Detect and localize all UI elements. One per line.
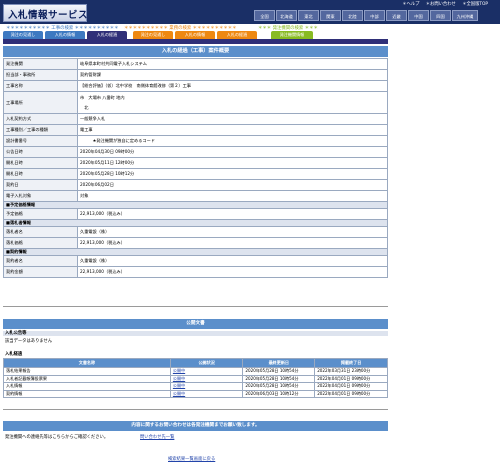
region-chugoku[interactable]: 中国: [408, 10, 429, 21]
status-link[interactable]: 公開中: [169, 382, 244, 391]
table-row: 契約情報 公開中 2020年06月03日 10時12分 2022年04月01日 …: [3, 389, 388, 398]
contact-link[interactable]: ＊お問い合わせ: [426, 2, 456, 7]
region-hokkaido[interactable]: 北海道: [276, 10, 297, 21]
region-shikoku[interactable]: 四国: [430, 10, 451, 21]
contact-header: 内容に関するお問い合わせは各発注機関までお願い致します。: [3, 421, 388, 431]
table-row: 落札価格 22,913,000（税込み）: [3, 237, 388, 249]
region-kinki[interactable]: 近畿: [386, 10, 407, 21]
table-row: 契約日 2020年06月02日: [3, 179, 388, 191]
bid-progress-subheader: 入札経過: [5, 352, 23, 357]
table-row: 予定価格 22,913,000（税込み）: [3, 208, 388, 220]
tab-construction-bid-info[interactable]: 入札の情報: [45, 31, 85, 39]
divider: [3, 306, 388, 307]
table-row: 落札結果報告 公開中 2020年05月28日 10時54分 2022年03月31…: [3, 367, 388, 376]
table-row: 入札情報 公開中 2020年05月28日 10時54分 2022年04月01日 …: [3, 382, 388, 391]
table-row: 公告日時 2020年04月30日 09時00分: [3, 146, 388, 158]
back-to-results-link[interactable]: 検索結果一覧画面に戻る: [168, 456, 215, 462]
region-kanto[interactable]: 関東: [320, 10, 341, 21]
table-row: 開札日時 2020年05月11日 12時00分: [3, 157, 388, 169]
tab-agency-info[interactable]: 発注機関情報: [271, 31, 313, 39]
table-row: 設計書番号 ★発注機関が独自に定めるコード: [3, 135, 388, 147]
top-links: ＊ヘルプ ＊お問い合わせ ＊全国版TOP: [397, 1, 488, 7]
region-kyushu[interactable]: 九州沖縄: [452, 10, 478, 21]
table-row: 工事種別／工事の種類 電工事: [3, 124, 388, 136]
table-row: 開札日時 2020年05月28日 10時12分: [3, 168, 388, 180]
table-row: 契約金額 22,913,000（税込み）: [3, 266, 388, 278]
table-row: 入札契約方式 一般競争入札: [3, 113, 388, 125]
section-header-winner: ■落札者情報: [3, 219, 388, 227]
table-row: 落札者名 久重電設（株）: [3, 226, 388, 238]
region-national[interactable]: 全国: [254, 10, 275, 21]
table-row: 発注機関 岐阜県本町村共同電子入札システム: [3, 58, 388, 70]
tab-construction-outlook[interactable]: 発注の見通し: [3, 31, 43, 39]
contact-list-link[interactable]: 問い合わせ先一覧: [140, 434, 174, 440]
divider: [3, 409, 388, 410]
national-top-link[interactable]: ＊全国版TOP: [462, 2, 488, 7]
table-row: 工事名称 【総合評価】（仮）北中学校 南側体育館改修（第２）工事: [3, 80, 388, 92]
status-link[interactable]: 公開中: [169, 389, 244, 398]
table-row: 工事場所市 大場市 八番町 地内 北: [3, 91, 388, 114]
case-detail-table: 発注機関 岐阜県本町村共同電子入札システム 担当部・事務所 契約管財課 工事名称 【総…: [3, 58, 388, 278]
documents-table: 文書名称 公開状況 最終更新日 掲載終了日 落札結果報告 公開中 2020年05…: [3, 358, 388, 398]
public-docs-header: 公開文書: [3, 319, 388, 329]
status-link[interactable]: 公開中: [169, 367, 244, 376]
no-data-message: 該当データはありません: [5, 339, 53, 344]
tab-service-bid-progress[interactable]: 入札の経過: [217, 31, 257, 39]
top-header: 入札情報サービス ＊ヘルプ ＊お問い合わせ ＊全国版TOP 全国 北海道 東北 …: [0, 0, 500, 24]
region-chubu[interactable]: 中部: [364, 10, 385, 21]
table-row: 入札者記載帳簿投票果 公開中 2020年05月28日 10時54分 2022年0…: [3, 374, 388, 383]
table-row: 担当部・事務所 契約管財課: [3, 69, 388, 81]
region-tohoku[interactable]: 東北: [298, 10, 319, 21]
tab-service-bid-info[interactable]: 入札の情報: [175, 31, 215, 39]
section-header-contract: ■契約情報: [3, 248, 388, 256]
notice-subheader: 入札公告等: [3, 331, 388, 336]
tab-underline: [3, 39, 388, 44]
tab-construction-bid-progress[interactable]: 入札の経過: [87, 31, 127, 39]
section-header-planned-price: ■予定価格情報: [3, 201, 388, 209]
status-link[interactable]: 公開中: [169, 374, 244, 383]
site-logo[interactable]: 入札情報サービス: [3, 4, 88, 22]
page-title: 入札の経過（工事）案件概要: [3, 46, 388, 57]
contact-text: 発注機関への連絡先等はこちらからご確認ください。: [5, 435, 109, 440]
table-row: 電子入札対象 対象: [3, 190, 388, 202]
table-header-row: 文書名称 公開状況 最終更新日 掲載終了日: [3, 358, 388, 368]
tab-service-outlook[interactable]: 発注の見通し: [133, 31, 173, 39]
table-row: 契約者名 久重電設（株）: [3, 255, 388, 267]
help-link[interactable]: ＊ヘルプ: [402, 2, 419, 7]
region-hokuriku[interactable]: 北陸: [342, 10, 363, 21]
